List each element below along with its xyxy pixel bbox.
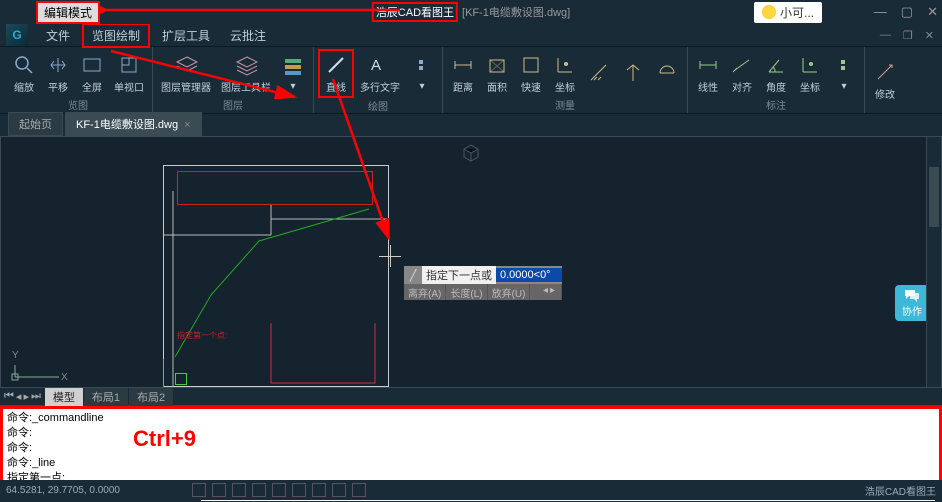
dim-dropdown[interactable]: ▾ — [828, 49, 860, 97]
mtext-button[interactable]: A多行文字 — [356, 49, 404, 98]
green-handle — [175, 373, 187, 385]
menubar: G 文件 览图绘制 扩层工具 云批注 — ❐ ✕ — [0, 24, 942, 46]
quick-button[interactable]: 快速 — [515, 49, 547, 97]
dynprompt-nav[interactable]: ◂▸ — [539, 284, 562, 300]
drawing-lines — [163, 165, 389, 387]
layer-dropdown[interactable]: ▾ — [277, 49, 309, 97]
ribbon: 缩放 平移 全屏 单视口 览图 图层管理器 图层工具栏 ▾ 图层 直线 A多行文… — [0, 46, 942, 114]
coord2-button[interactable]: 坐标 — [794, 49, 826, 97]
menu-file[interactable]: 文件 — [38, 25, 78, 46]
command-window[interactable]: 命令:_commandline 命令: 命令: 命令:_line 指定第一点: … — [0, 406, 942, 484]
layer-manager-button[interactable]: 图层管理器 — [157, 49, 215, 97]
measure-extra-3[interactable] — [651, 49, 683, 97]
layout-2[interactable]: 布局2 — [129, 388, 173, 406]
dynprompt-opt-u[interactable]: 放弃(U) — [488, 284, 531, 300]
svg-text:A: A — [371, 57, 381, 74]
status-toggle-6[interactable] — [292, 483, 306, 497]
status-toggle-2[interactable] — [212, 483, 226, 497]
layer-toolbar-button[interactable]: 图层工具栏 — [217, 49, 275, 97]
maximize-button[interactable]: ▢ — [901, 4, 913, 20]
status-toggle-3[interactable] — [232, 483, 246, 497]
fullscreen-button[interactable]: 全屏 — [76, 49, 108, 97]
dynprompt-value[interactable]: 0.0000<0° — [496, 268, 562, 282]
ribbon-group-measure: 测量 — [447, 97, 683, 113]
cmd-history-line: 命令:_commandline — [7, 411, 935, 426]
user-badge[interactable]: 小可... — [754, 2, 822, 23]
status-toggle-9[interactable] — [352, 483, 366, 497]
scroll-prev[interactable]: ◂ — [16, 390, 22, 403]
app-name: 浩辰CAD看图王 — [372, 2, 458, 22]
status-coords: 64.5281, 29.7705, 0.0000 — [6, 485, 120, 496]
chat-icon — [904, 289, 920, 303]
ribbon-group-draw: 绘图 — [318, 98, 438, 114]
close-button[interactable]: ✕ — [927, 4, 938, 20]
doc-restore-button[interactable]: ❐ — [903, 29, 913, 42]
layout-1[interactable]: 布局1 — [84, 388, 128, 406]
layout-model[interactable]: 模型 — [45, 388, 83, 406]
statusbar: 64.5281, 29.7705, 0.0000 浩辰CAD看图王 — [0, 480, 942, 500]
modify-button[interactable]: 修改 — [869, 49, 901, 112]
ribbon-group-view: 览图 — [8, 97, 148, 113]
status-toggle-1[interactable] — [192, 483, 206, 497]
ribbon-group-dim: 标注 — [692, 97, 860, 113]
scroll-last[interactable]: ⏭ — [31, 390, 41, 403]
area-button[interactable]: 面积 — [481, 49, 513, 97]
titlebar: 编辑模式 浩辰CAD看图王 [KF-1电缆敷设图.dwg] 小可... — ▢ … — [0, 0, 942, 24]
zoom-button[interactable]: 缩放 — [8, 49, 40, 97]
status-toggle-7[interactable] — [312, 483, 326, 497]
measure-extra-2[interactable] — [617, 49, 649, 97]
pan-button[interactable]: 平移 — [42, 49, 74, 97]
doc-tabstrip: 起始页 KF-1电缆敷设图.dwg× — [0, 114, 942, 136]
layout-tabstrip: ⏮ ◂ ▸ ⏭ 模型 布局1 布局2 — [0, 388, 942, 406]
minimize-button[interactable]: — — [874, 4, 887, 20]
red-annotation: 指定第一个点: — [177, 330, 227, 341]
ctrl9-hint: Ctrl+9 — [133, 431, 196, 446]
align-button[interactable]: 对齐 — [726, 49, 758, 97]
status-toggle-5[interactable] — [272, 483, 286, 497]
coord-button[interactable]: 坐标 — [549, 49, 581, 97]
app-logo[interactable]: G — [6, 24, 28, 46]
doc-name: [KF-1电缆敷设图.dwg] — [462, 4, 570, 20]
viewcube-icon[interactable] — [461, 143, 481, 163]
edit-mode-indicator: 编辑模式 — [36, 1, 100, 24]
draw-dropdown[interactable]: ▾ — [406, 49, 438, 98]
dynprompt-opt-a[interactable]: 离弃(A) — [404, 284, 446, 300]
dynprompt-label: 指定下一点或 — [422, 266, 496, 284]
linetype-button[interactable]: 线性 — [692, 49, 724, 97]
menu-browse-draw[interactable]: 览图绘制 — [82, 23, 150, 48]
ucs-icon — [11, 363, 61, 381]
tab-doc[interactable]: KF-1电缆敷设图.dwg× — [65, 112, 202, 136]
menu-ext-tools[interactable]: 扩层工具 — [154, 25, 218, 46]
distance-button[interactable]: 距离 — [447, 49, 479, 97]
dynprompt-opt-l[interactable]: 长度(L) — [446, 284, 487, 300]
drawing-canvas[interactable]: 指定第一个点: ╱ 指定下一点或 0.0000<0° 离弃(A) 长度(L) 放… — [0, 136, 942, 388]
status-toggle-8[interactable] — [332, 483, 346, 497]
close-icon[interactable]: × — [184, 119, 190, 131]
single-viewport-button[interactable]: 单视口 — [110, 49, 148, 97]
doc-close-button[interactable]: ✕ — [925, 29, 934, 42]
dynamic-input[interactable]: ╱ 指定下一点或 0.0000<0° 离弃(A) 长度(L) 放弃(U) ◂▸ — [404, 266, 562, 300]
scroll-next[interactable]: ▸ — [23, 390, 29, 403]
tab-start[interactable]: 起始页 — [8, 112, 63, 136]
user-label: 小可... — [780, 4, 814, 21]
axis-y-label: Y — [12, 350, 19, 361]
status-toggle-4[interactable] — [252, 483, 266, 497]
line-button[interactable]: 直线 — [318, 49, 354, 98]
scroll-first[interactable]: ⏮ — [4, 390, 14, 403]
ribbon-group-layer: 图层 — [157, 97, 309, 113]
collaborate-button[interactable]: 协作 — [895, 285, 929, 321]
line-icon: ╱ — [404, 266, 422, 284]
doc-min-button[interactable]: — — [880, 29, 891, 42]
menu-cloud-annot[interactable]: 云批注 — [222, 25, 274, 46]
status-brand: 浩辰CAD看图王 — [865, 483, 936, 498]
axis-x-label: X — [61, 372, 68, 383]
vertical-scrollbar[interactable] — [926, 137, 941, 387]
user-icon — [762, 5, 776, 19]
angle-button[interactable]: 角度 — [760, 49, 792, 97]
cmd-history-line: 命令:_line — [7, 456, 935, 471]
measure-extra-1[interactable] — [583, 49, 615, 97]
